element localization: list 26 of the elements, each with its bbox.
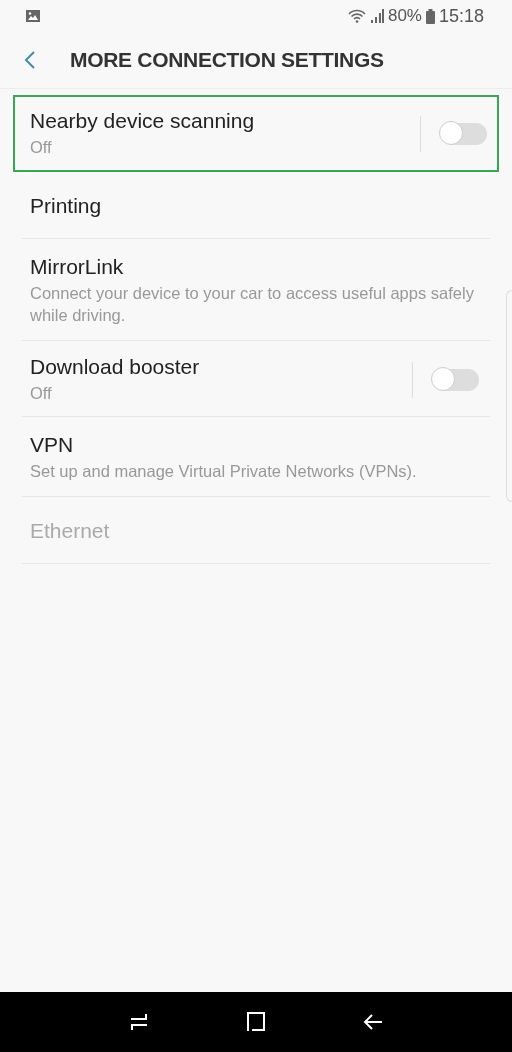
toggle-switch[interactable] <box>441 122 487 145</box>
wifi-icon <box>347 9 366 23</box>
battery-icon <box>425 8 435 24</box>
setting-row[interactable]: Download booster Off <box>21 341 491 417</box>
chevron-left-icon <box>24 50 36 70</box>
highlighted-setting-row[interactable]: Nearby device scanning Off <box>13 95 499 172</box>
signal-icon <box>369 9 384 23</box>
setting-summary: Off <box>30 137 53 158</box>
setting-summary: Off <box>30 383 53 404</box>
setting-row[interactable]: VPN Set up and manage Virtual Private Networks (VPNs). <box>21 417 491 497</box>
page-title: MORE CONNECTION SETTINGS <box>70 48 384 72</box>
setting-title: MirrorLink <box>30 255 125 279</box>
setting-title: Printing <box>30 194 103 218</box>
clock: 15:18 <box>438 5 484 27</box>
toggle-switch[interactable] <box>433 368 479 391</box>
home-button[interactable] <box>245 1011 267 1033</box>
image-icon <box>26 10 40 22</box>
setting-summary: Connect your device to your car to access useful apps safely while driving. <box>30 283 475 326</box>
setting-row[interactable]: MirrorLink Connect your device to your car to access useful apps safely while driving. <box>21 239 491 341</box>
setting-row[interactable]: Printing <box>21 172 491 239</box>
setting-title: Ethernet <box>30 519 111 543</box>
setting-title: Download booster <box>30 355 201 379</box>
setting-summary: Set up and manage Virtual Private Networks (VPNs). <box>30 461 418 482</box>
setting-title: VPN <box>30 433 75 457</box>
battery-percent: 80% <box>387 6 422 26</box>
setting-title: Nearby device scanning <box>30 109 256 133</box>
